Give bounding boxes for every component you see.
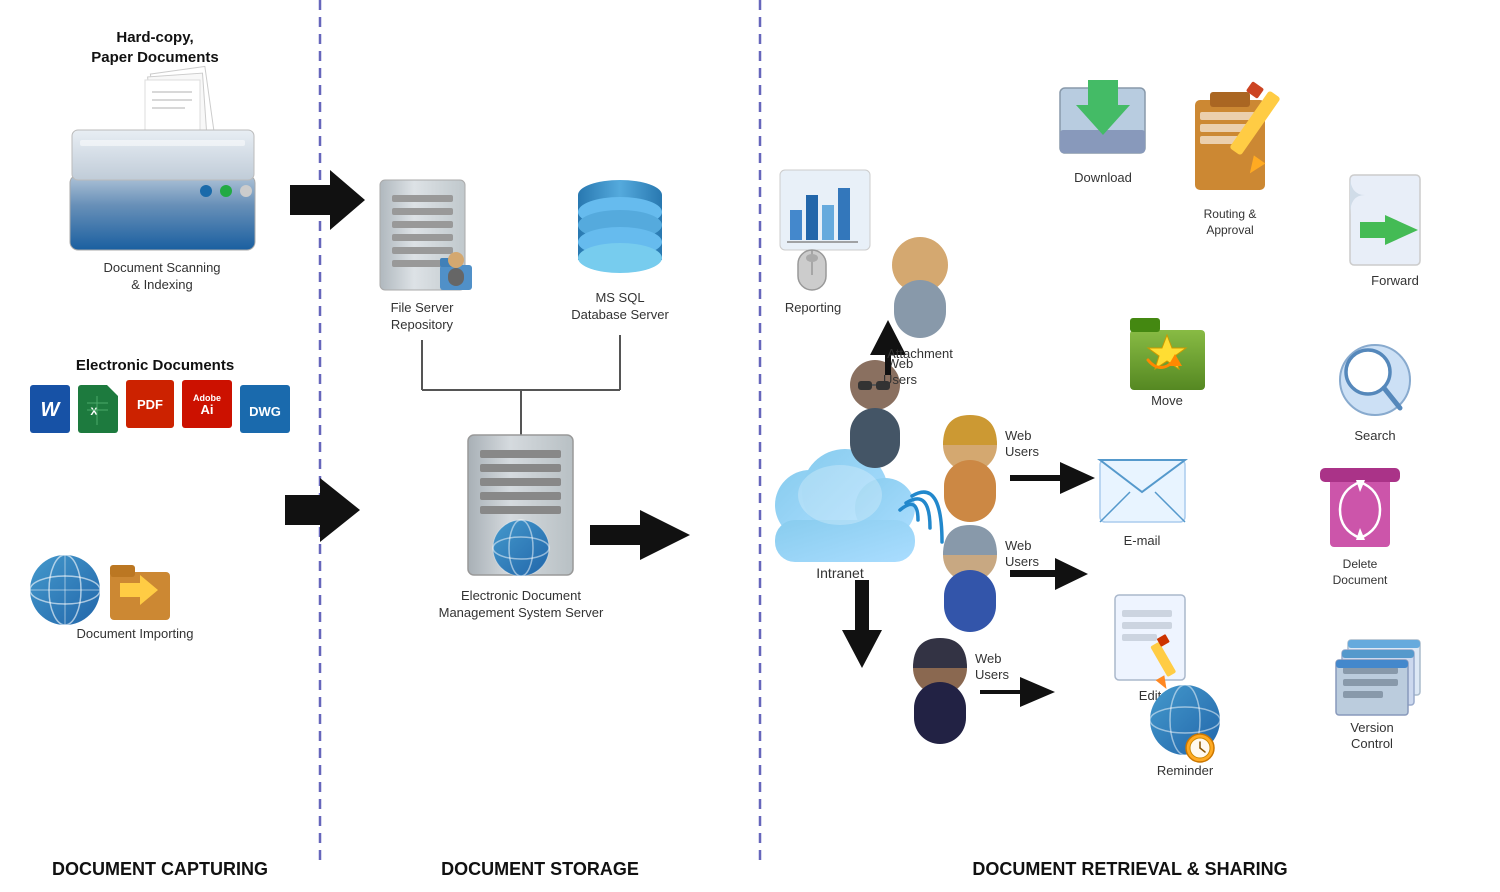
diagram-svg: DOCUMENT CAPTURING DOCUMENT STORAGE DOCU… xyxy=(0,0,1500,892)
delete-label-1: Delete xyxy=(1343,557,1378,571)
hardcopy-title-2: Paper Documents xyxy=(91,49,219,66)
intranet-label: Intranet xyxy=(816,565,864,581)
db-label-2: Database Server xyxy=(571,307,669,322)
edms-label-1: Electronic Document xyxy=(461,588,581,603)
search-label: Search xyxy=(1354,428,1395,443)
retrieval-label: DOCUMENT RETRIEVAL & SHARING xyxy=(972,859,1287,879)
svg-text:Users: Users xyxy=(975,667,1009,682)
svg-text:Users: Users xyxy=(1005,554,1039,569)
fileserver-label-2: Repository xyxy=(391,317,454,332)
svg-text:Web: Web xyxy=(975,651,1002,666)
forward-label: Forward xyxy=(1371,273,1419,288)
delete-label-2: Document xyxy=(1333,573,1388,587)
email-label: E-mail xyxy=(1124,533,1161,548)
svg-text:DWG: DWG xyxy=(249,404,281,419)
reporting-label: Reporting xyxy=(785,300,841,315)
attachment-label: Attachment xyxy=(887,346,953,361)
svg-text:W: W xyxy=(41,399,62,421)
svg-text:Users: Users xyxy=(1005,444,1039,459)
version-label-1: Version xyxy=(1350,720,1393,735)
version-label-2: Control xyxy=(1351,736,1393,751)
svg-text:PDF: PDF xyxy=(137,397,163,412)
db-label-1: MS SQL xyxy=(595,290,644,305)
import-label: Document Importing xyxy=(76,626,193,641)
hardcopy-title-1: Hard-copy, xyxy=(116,29,193,46)
main-diagram: DOCUMENT CAPTURING DOCUMENT STORAGE DOCU… xyxy=(0,0,1500,892)
electronic-title: Electronic Documents xyxy=(76,357,234,374)
storage-label: DOCUMENT STORAGE xyxy=(441,859,639,879)
move-label: Move xyxy=(1151,393,1183,408)
download-label: Download xyxy=(1074,170,1132,185)
svg-text:Web: Web xyxy=(1005,538,1032,553)
reminder-label: Reminder xyxy=(1157,763,1214,778)
capture-label: DOCUMENT CAPTURING xyxy=(52,859,268,879)
fileserver-label-1: File Server xyxy=(391,300,455,315)
edms-label-2: Management System Server xyxy=(439,605,604,620)
routing-label-2: Approval xyxy=(1206,223,1253,237)
svg-text:Web: Web xyxy=(1005,428,1032,443)
svg-text:Ai: Ai xyxy=(201,402,214,417)
scan-label-2: & Indexing xyxy=(131,277,192,292)
routing-label-1: Routing & xyxy=(1204,207,1257,221)
scan-label-1: Document Scanning xyxy=(103,260,220,275)
